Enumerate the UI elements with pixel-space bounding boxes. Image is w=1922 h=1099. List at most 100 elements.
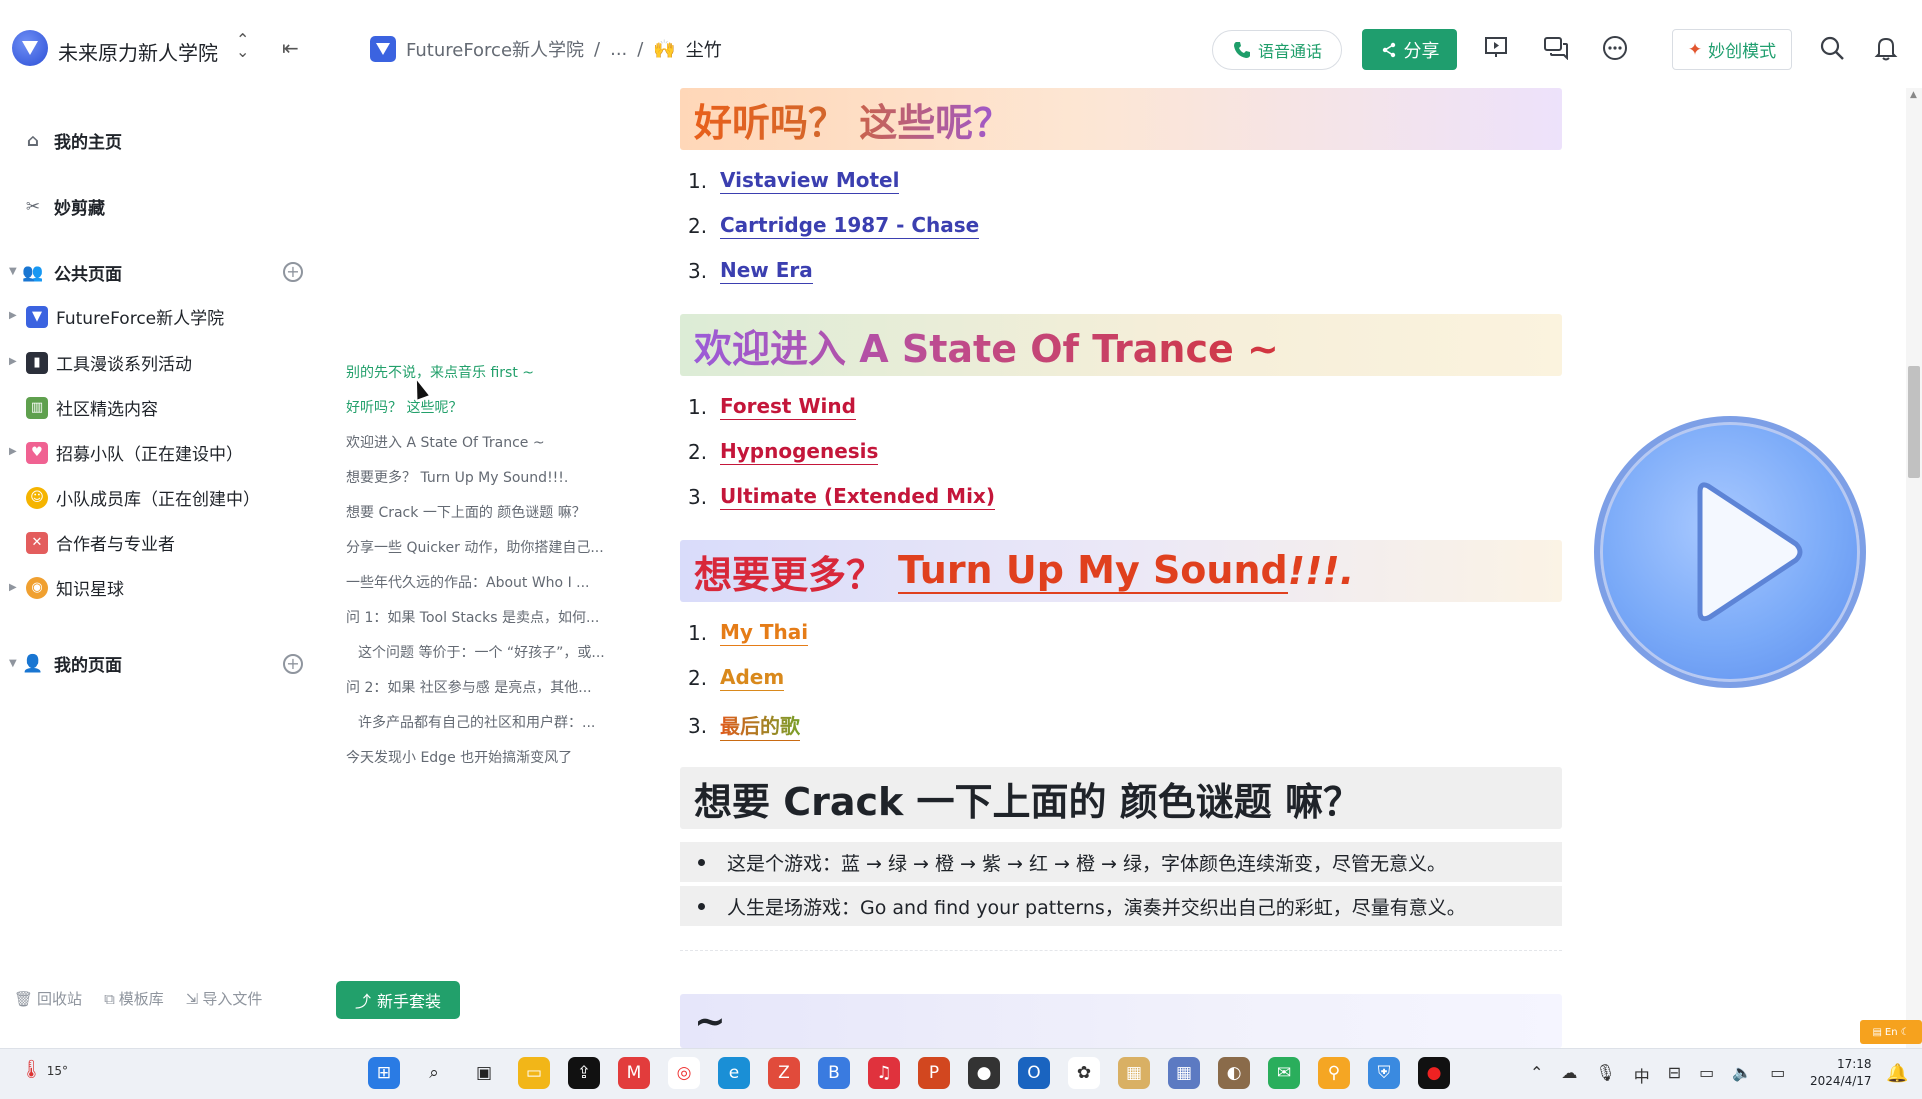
task-view-icon[interactable]: ▣: [468, 1057, 500, 1089]
sidebar-item-recruit-team[interactable]: ♥ 招募小队（正在建设中）: [26, 440, 243, 465]
settings-icon[interactable]: ✿: [1068, 1057, 1100, 1089]
weather-widget[interactable]: 🌡 15°: [20, 1059, 68, 1080]
voice-call-button[interactable]: 语音通话: [1212, 30, 1342, 70]
netease-music-icon[interactable]: ♫: [868, 1057, 900, 1089]
avatar-app-icon[interactable]: ◐: [1218, 1057, 1250, 1089]
add-public-page-icon[interactable]: +: [283, 262, 303, 282]
caret-right-icon[interactable]: ▶: [9, 310, 17, 321]
import-button[interactable]: ⇲ 导入文件: [186, 988, 263, 1009]
sidebar-item-community-picks[interactable]: ▥ 社区精选内容: [26, 395, 158, 420]
caret-down-icon[interactable]: ▼: [9, 266, 17, 277]
display-icon[interactable]: ▭: [1699, 1063, 1714, 1087]
song-link[interactable]: Adem: [720, 665, 785, 691]
sidebar-item-tool-talks[interactable]: ▮ 工具漫谈系列活动: [26, 350, 192, 375]
song-link[interactable]: 最后的歌: [720, 710, 800, 741]
song-link[interactable]: Cartridge 1987 - Chase: [720, 213, 980, 239]
workspace-name[interactable]: 未来原力新人学院: [58, 37, 218, 66]
breadcrumb-root[interactable]: FutureForce新人学院: [406, 36, 584, 62]
clock[interactable]: 17:18 2024/4/17: [1810, 1056, 1872, 1090]
add-my-page-icon[interactable]: +: [283, 654, 303, 674]
sidebar-item-member-library[interactable]: ☺ 小队成员库（正在创建中）: [26, 485, 260, 510]
ime-indicator[interactable]: ▤ En ☾: [1860, 1020, 1922, 1044]
song-link[interactable]: New Era: [720, 258, 813, 284]
caret-right-icon[interactable]: ▶: [9, 582, 17, 593]
outline-item[interactable]: 许多产品都有自己的社区和用户群：...: [358, 712, 595, 732]
caret-down-icon[interactable]: ▼: [9, 658, 17, 669]
song-link[interactable]: Vistaview Motel: [720, 168, 900, 194]
workspace-switch-icon[interactable]: ⌃ ⌄: [236, 32, 249, 60]
search-icon[interactable]: [1818, 34, 1846, 62]
scrollbar-thumb[interactable]: [1908, 366, 1920, 478]
sidebar-item-knowledge-planet[interactable]: ◉ 知识星球: [26, 575, 124, 600]
zotero-icon[interactable]: Z: [768, 1057, 800, 1089]
caret-right-icon[interactable]: ▶: [9, 356, 17, 367]
more-options-icon[interactable]: [1601, 34, 1629, 62]
upload-app-icon[interactable]: ⇪: [568, 1057, 600, 1089]
share-button[interactable]: 分享: [1362, 29, 1457, 70]
start-icon[interactable]: ⊞: [368, 1057, 400, 1089]
obs-icon[interactable]: ●: [968, 1057, 1000, 1089]
outlook-icon[interactable]: O: [1018, 1057, 1050, 1089]
sidebar-section-public[interactable]: 👥 公共页面: [22, 260, 122, 286]
chrome-icon[interactable]: ◎: [668, 1057, 700, 1089]
starter-kit-button[interactable]: ⤴ 新手套装: [336, 981, 460, 1019]
creative-mode-button[interactable]: ✦ 妙创模式: [1672, 29, 1792, 70]
trash-button[interactable]: 🗑 回收站: [14, 988, 82, 1009]
outline-item[interactable]: 欢迎进入 A State Of Trance ~: [346, 432, 545, 452]
notification-bell-icon[interactable]: 🔔: [1886, 1063, 1908, 1084]
scroll-up-icon[interactable]: ▲: [1910, 90, 1917, 100]
sidebar-item-home[interactable]: ⌂ 我的主页: [22, 128, 122, 154]
song-link[interactable]: My Thai: [720, 620, 809, 646]
file-explorer-icon[interactable]: ▭: [518, 1057, 550, 1089]
powerpoint-icon[interactable]: P: [918, 1057, 950, 1089]
outline-item[interactable]: 想要更多？ Turn Up My Sound!!!.: [346, 467, 568, 487]
templates-button[interactable]: ⧉ 模板库: [104, 988, 164, 1009]
sidebar-section-mine[interactable]: 👤 我的页面: [22, 651, 122, 677]
outline-item[interactable]: 问 1：如果 Tool Stacks 是卖点，如何...: [346, 607, 599, 627]
play-button-overlay[interactable]: [1594, 416, 1866, 688]
sidebar-item-collaborators[interactable]: ✕ 合作者与专业者: [26, 530, 175, 555]
collapse-sidebar-icon[interactable]: ⇤: [282, 36, 299, 60]
outline-item[interactable]: 想要 Crack 一下上面的 颜色谜题 嘛？: [346, 502, 586, 522]
song-link[interactable]: Hypnogenesis: [720, 439, 879, 465]
input-method-icon[interactable]: 中: [1634, 1063, 1650, 1087]
battery-icon[interactable]: ▭: [1770, 1063, 1785, 1087]
microphone-icon[interactable]: 🎙: [1595, 1063, 1615, 1087]
outline-item[interactable]: 今天发现小 Edge 也开始搞渐变风了: [346, 747, 572, 767]
heart-letter-icon: ♥: [26, 441, 48, 464]
shield-app-icon[interactable]: ⛨: [1368, 1057, 1400, 1089]
outline-item[interactable]: 一些年代久远的作品：About Who I ...: [346, 572, 590, 592]
mind-app-icon[interactable]: M: [618, 1057, 650, 1089]
outline-item[interactable]: 这个问题 等价于：一个 “好孩子”，或...: [358, 642, 605, 662]
cloud-icon[interactable]: ☁: [1561, 1063, 1577, 1087]
chevron-up-icon[interactable]: ⌃: [1530, 1063, 1543, 1087]
box-app-icon[interactable]: ▦: [1118, 1057, 1150, 1089]
scrollbar-track[interactable]: [1906, 88, 1922, 1048]
workspace-logo-icon[interactable]: [12, 30, 48, 66]
sidebar-item-clips[interactable]: ✂ 妙剪藏: [22, 194, 105, 220]
calculator-icon[interactable]: ▦: [1168, 1057, 1200, 1089]
search-icon[interactable]: ⌕: [418, 1057, 450, 1089]
outline-item[interactable]: 好听吗？ 这些呢？: [346, 397, 462, 417]
wechat-icon[interactable]: ✉: [1268, 1057, 1300, 1089]
caret-right-icon[interactable]: ▶: [9, 446, 17, 457]
window-icon[interactable]: ⊟: [1668, 1063, 1681, 1087]
sidebar-item-futureforce[interactable]: ▼ FutureForce新人学院: [26, 304, 224, 329]
breadcrumb-ellipsis[interactable]: ...: [610, 39, 627, 60]
breadcrumb-current[interactable]: 尘竹: [686, 36, 722, 62]
browser-icon[interactable]: B: [818, 1057, 850, 1089]
song-link[interactable]: Forest Wind: [720, 394, 856, 420]
list-item: 3. Ultimate (Extended Mix): [688, 484, 995, 510]
song-link[interactable]: Ultimate (Extended Mix): [720, 484, 995, 510]
presentation-icon[interactable]: [1482, 34, 1510, 62]
outline-item[interactable]: 分享一些 Quicker 动作，助你搭建自己...: [346, 537, 604, 557]
volume-icon[interactable]: 🔈: [1732, 1063, 1752, 1087]
comments-icon[interactable]: [1542, 34, 1570, 62]
search-app-icon[interactable]: ⚲: [1318, 1057, 1350, 1089]
heading-link[interactable]: Turn Up My Sound: [898, 548, 1288, 594]
outline-item[interactable]: 问 2：如果 社区参与感 是亮点，其他...: [346, 677, 592, 697]
bell-icon[interactable]: [1872, 34, 1900, 62]
edge-icon[interactable]: e: [718, 1057, 750, 1089]
outline-item[interactable]: 别的先不说，来点音乐 first ~: [346, 362, 534, 382]
record-icon[interactable]: ●: [1418, 1057, 1450, 1089]
